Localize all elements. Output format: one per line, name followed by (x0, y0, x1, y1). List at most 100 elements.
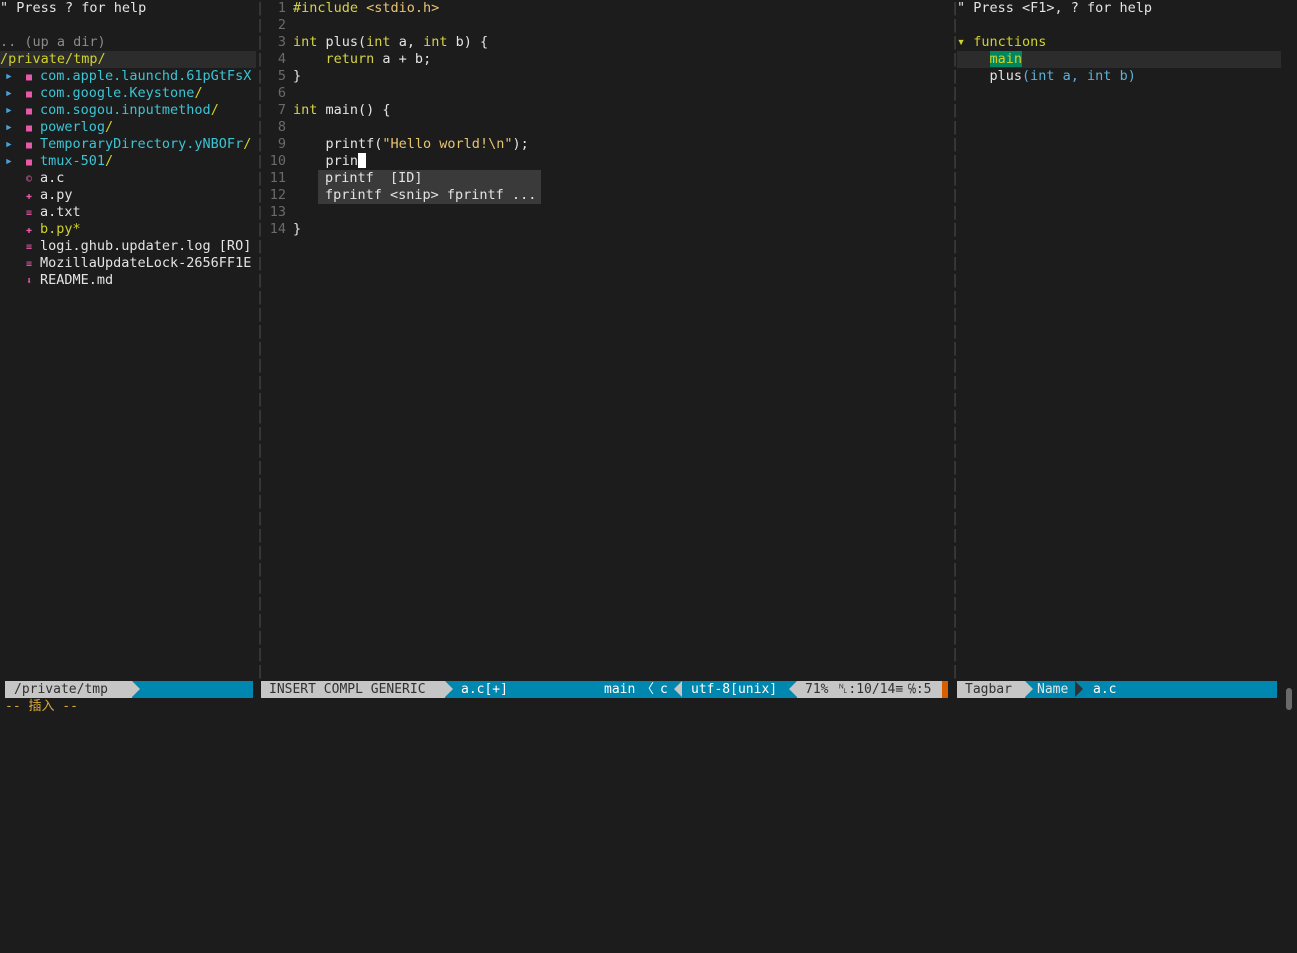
tree-file-entry[interactable]: ≡ a.txt (0, 204, 256, 221)
tagbar-statusline: Tagbar Name a.c (957, 681, 1277, 698)
folder-icon: ■ (25, 140, 33, 151)
current-directory[interactable]: /private/tmp/ (0, 51, 256, 68)
line-number: 5 (277, 68, 286, 84)
text-cursor (358, 153, 367, 168)
line-number: 7 (277, 102, 286, 118)
up-dir-link[interactable]: .. (up a dir) (0, 34, 256, 51)
code-token: int (423, 34, 448, 50)
nerdtree-statusline: /private/tmp (5, 681, 253, 698)
tagbar-pane[interactable]: " Press <F1>, ? for help ▾ functions mai… (957, 0, 1281, 681)
status-filetype: c (660, 682, 668, 697)
dir-slash: / (194, 85, 203, 101)
file-tree: ▸ ■ com.apple.launchd.61pGtFsX ▸ ■ com.google… (0, 68, 256, 289)
code-token: a, (390, 34, 424, 50)
markdown-file-icon: ⬇ (25, 276, 33, 287)
status-position: ␤:10/14≡ (838, 682, 904, 697)
powerline-arrow-icon (674, 681, 682, 697)
nerdtree-help: " Press ? for help (0, 0, 147, 16)
c-file-icon: © (25, 174, 33, 185)
code-line[interactable]: 10 prin (262, 153, 951, 170)
code-line[interactable]: 3 int plus(int a, int b) { (262, 34, 951, 51)
tag-plus-signature: (int a, int b) (1022, 68, 1136, 84)
dir-slash: / (105, 119, 114, 135)
tree-file-entry[interactable]: ⬇ README.md (0, 272, 256, 289)
status-path: /private/tmp (5, 681, 132, 698)
expand-arrow-icon[interactable]: ▸ (0, 153, 18, 170)
code-token: ); (512, 136, 529, 152)
command-line[interactable]: -- 插入 -- (5, 698, 78, 715)
code-line[interactable]: 1 #include <stdio.h> (262, 0, 951, 17)
tree-dir-entry[interactable]: ▸ ■ com.apple.launchd.61pGtFsX (0, 68, 256, 85)
lock-file-icon: ≡ (25, 259, 33, 270)
tree-file-entry[interactable]: ✚ a.py (0, 187, 256, 204)
scrollbar[interactable] (1286, 688, 1292, 710)
powerline-arrow-icon (1025, 681, 1033, 697)
dir-name: TemporaryDirectory.yNBOFr (40, 136, 244, 152)
tree-file-entry[interactable]: ≡ MozillaUpdateLock-2656FF1E (0, 255, 256, 272)
tag-item-plus[interactable]: plus(int a, int b) (957, 68, 1281, 85)
code-token: b) { (447, 34, 489, 50)
dir-name: powerlog (40, 119, 106, 135)
expand-arrow-icon[interactable]: ▸ (0, 102, 18, 119)
tag-item-main[interactable]: main (957, 51, 1281, 68)
completion-item-printf[interactable]: printf [ID] (318, 170, 541, 187)
tag-group-functions[interactable]: ▾ functions (957, 34, 1281, 51)
code-line[interactable]: 7 int main() { (262, 102, 951, 119)
code-line[interactable]: 8 (262, 119, 951, 136)
status-tagbar-label: Tagbar (957, 681, 1025, 698)
line-number: 11 (269, 170, 286, 186)
status-percent: 71% (805, 682, 829, 697)
tree-dir-entry[interactable]: ▸ ■ powerlog/ (0, 119, 256, 136)
dir-slash: / (210, 102, 219, 118)
code-line[interactable]: 6 (262, 85, 951, 102)
expand-arrow-icon[interactable]: ▸ (0, 119, 18, 136)
code-token: int (293, 102, 318, 118)
code-line[interactable]: 13 (262, 204, 951, 221)
code-line[interactable]: 4 return a + b; (262, 51, 951, 68)
tree-file-entry[interactable]: ✚ b.py* (0, 221, 256, 238)
expand-arrow-icon[interactable]: ▸ (0, 85, 18, 102)
expand-arrow-icon[interactable]: ▸ (0, 68, 18, 85)
text-file-icon: ≡ (25, 208, 33, 219)
python-file-icon: ✚ (25, 191, 33, 202)
line-number: 3 (277, 34, 286, 50)
tag-main-label: main (989, 51, 1023, 67)
line-number: 4 (277, 51, 286, 67)
completion-item-fprintf[interactable]: fprintf <snip> fprintf ... (318, 187, 541, 204)
code-line[interactable]: 5} (262, 68, 951, 85)
code-token: int (366, 34, 391, 50)
warning-marker (942, 681, 948, 698)
tree-dir-entry[interactable]: ▸ ■ com.sogou.inputmethod/ (0, 102, 256, 119)
tree-dir-entry[interactable]: ▸ ■ tmux-501/ (0, 153, 256, 170)
editor-pane[interactable]: 1 #include <stdio.h> 2 3 int plus(int a, int… (262, 0, 951, 681)
code-line[interactable]: 9 printf("Hello world!\n"); (262, 136, 951, 153)
status-tagbar-file: a.c (1093, 682, 1117, 697)
file-name: a.c (40, 170, 65, 186)
nerdtree-pane[interactable]: " Press ? for help .. (up a dir) /privat… (0, 0, 256, 681)
file-name: a.txt (40, 204, 81, 220)
tree-file-entry[interactable]: ≡ logi.ghub.updater.log [RO] (0, 238, 256, 255)
powerline-arrow-icon (132, 681, 140, 697)
tree-dir-entry[interactable]: ▸ ■ TemporaryDirectory.yNBOFr/ (0, 136, 256, 153)
tree-dir-entry[interactable]: ▸ ■ com.google.Keystone/ (0, 85, 256, 102)
status-sort-order: Name (1037, 682, 1069, 697)
code-token: "Hello world!\n" (382, 136, 513, 152)
line-number: 2 (277, 17, 286, 33)
expand-arrow-icon[interactable]: ▸ (0, 136, 18, 153)
code-token: a + b; (374, 51, 432, 67)
dir-name: tmux-501 (40, 153, 106, 169)
code-line[interactable]: 14} (262, 221, 951, 238)
tree-file-entry[interactable]: © a.c (0, 170, 256, 187)
dir-slash: / (243, 136, 252, 152)
file-name: a.py (40, 187, 73, 203)
tag-group-label: functions (973, 34, 1047, 50)
status-function: main (604, 682, 636, 697)
line-number: 8 (277, 119, 286, 135)
line-number: 1 (277, 0, 286, 16)
code-token: prin (293, 153, 359, 169)
code-token: printf( (293, 136, 383, 152)
status-column: ℅:5 (908, 682, 932, 697)
code-line[interactable]: 2 (262, 17, 951, 34)
folder-icon: ■ (25, 123, 33, 134)
fold-open-icon[interactable]: ▾ (957, 34, 965, 50)
